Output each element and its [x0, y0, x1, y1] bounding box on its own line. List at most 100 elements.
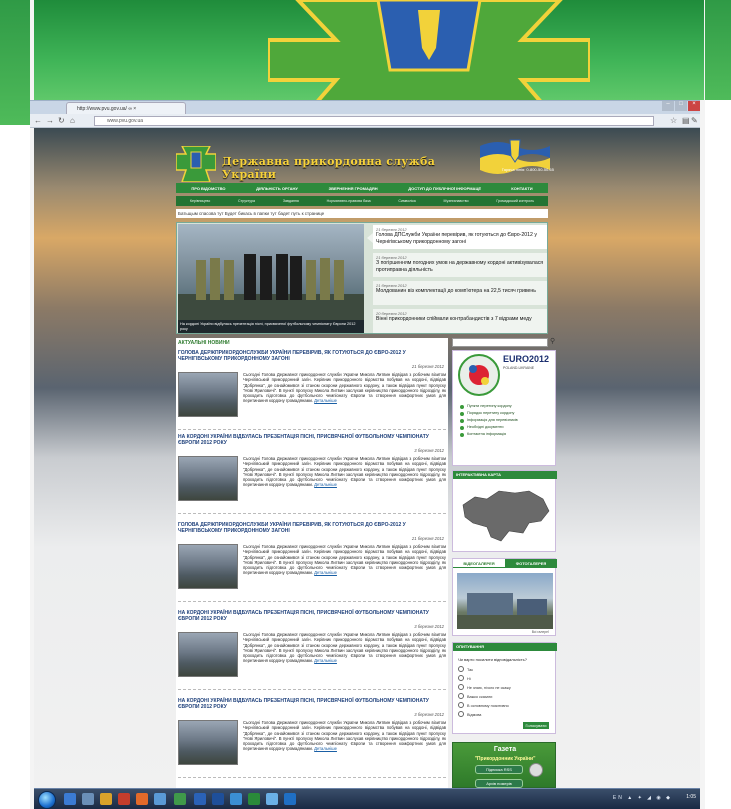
slider-item[interactable]: 21 березня 2012 Голова ДПСлужби України …: [367, 225, 547, 249]
menu-item-contacts[interactable]: КОНТАКТИ: [511, 186, 532, 191]
main-menu: ПРО ВІДОМСТВО ДІЯЛЬНІСТЬ ОРГАНУ ЗВЕРНЕНН…: [176, 183, 548, 193]
submenu-item[interactable]: Завдання: [283, 199, 299, 203]
euro-link[interactable]: Контактна інформація: [459, 431, 553, 438]
poll-option-radio[interactable]: Не знаю, нічого не скажу: [458, 684, 511, 690]
tab-video-gallery[interactable]: ВІДЕОГАЛЕРЕЯ: [453, 559, 505, 568]
hotline-text: Гаряча лінія: 0-800-50-50-65: [501, 167, 554, 172]
news-item: Голова Держприкордонслужби України перев…: [178, 522, 446, 602]
submenu-item[interactable]: Громадський контроль: [496, 199, 534, 203]
vote-button[interactable]: Голосувати: [523, 722, 549, 729]
news-thumbnail[interactable]: [178, 632, 238, 677]
news-date: 3 березня 2012: [414, 712, 444, 717]
news-thumbnail[interactable]: [178, 544, 238, 589]
news-date: 21 березня 2012: [411, 364, 444, 369]
home-icon[interactable]: ⌂: [70, 116, 75, 125]
submenu-item[interactable]: Музеєзнавство: [444, 199, 469, 203]
euro2012-logo-icon[interactable]: [457, 353, 501, 397]
menu-item-appeals[interactable]: ЗВЕРНЕННЯ ГРОМАДЯН: [329, 186, 378, 191]
gallery-block: ВІДЕОГАЛЕРЕЯ ФОТОГАЛЕРЕЯ Всі галереї: [452, 558, 557, 636]
news-body: Сьогодні Голова Державної прикордонної с…: [243, 372, 446, 404]
submenu-item[interactable]: Нормативно-правова база: [327, 199, 371, 203]
ukraine-map[interactable]: [457, 483, 553, 549]
euro-link[interactable]: Інформація для перевізників: [459, 417, 553, 424]
poll-option-radio[interactable]: Важко сказати: [458, 693, 492, 699]
slider-item-title: Вінні прикордонники спіймали контрабанди…: [376, 316, 532, 322]
taskbar-app-icon[interactable]: [266, 793, 278, 805]
read-more-link[interactable]: Детальніше: [314, 658, 337, 663]
maximize-icon[interactable]: □: [675, 101, 687, 111]
slider-item[interactable]: 21 березня 2012 З погіршенням погодних у…: [373, 253, 547, 277]
search-icon[interactable]: ⚲: [550, 338, 558, 347]
menu-item-public-info[interactable]: ДОСТУП ДО ПУБЛІЧНОЇ ІНФОРМАЦІЇ: [408, 186, 480, 191]
euro-link[interactable]: Необхідні документи: [459, 424, 553, 431]
slider-caption: На кордоні України відбулась презентація…: [178, 320, 364, 333]
close-icon[interactable]: ×: [688, 101, 700, 111]
screenshot: http://www.pvu.gov.ua/ ∞ × – □ × ← → ↻ ⌂…: [0, 0, 731, 809]
submenu-item[interactable]: Символіка: [398, 199, 415, 203]
slider-item-title: Молдованин віз комплектації до комп'ютер…: [376, 288, 537, 294]
back-icon[interactable]: ←: [34, 116, 42, 125]
wrench-icon[interactable]: ✎: [691, 116, 698, 125]
submenu-item[interactable]: Керівництво: [190, 199, 210, 203]
taskbar-app-icon[interactable]: [230, 793, 242, 805]
news-title[interactable]: На кордоні України відбулась презентація…: [178, 698, 446, 710]
poll-option-radio[interactable]: Ні: [458, 675, 471, 681]
extensions-icon[interactable]: ▤: [682, 116, 690, 125]
gallery-caption[interactable]: Всі галереї: [532, 630, 549, 634]
archive-button[interactable]: Архів номерів: [475, 779, 523, 788]
news-title[interactable]: Голова Держприкордонслужби України перев…: [178, 350, 446, 362]
menu-item-activity[interactable]: ДІЯЛЬНІСТЬ ОРГАНУ: [256, 186, 298, 191]
poll-option-radio[interactable]: Так: [458, 666, 473, 672]
reload-icon[interactable]: ↻: [58, 116, 65, 125]
news-thumbnail[interactable]: [178, 456, 238, 501]
slider-item[interactable]: 21 березня 2012 Молдованин віз комплекта…: [373, 281, 547, 305]
start-button-icon[interactable]: [38, 791, 56, 809]
rss-subscribe-button[interactable]: Підписка RSS: [475, 765, 523, 774]
taskbar-app-icon[interactable]: [194, 793, 206, 805]
news-date: 3 березня 2012: [414, 448, 444, 453]
euro-link[interactable]: Пункти перетину кордону: [459, 403, 553, 410]
forward-icon[interactable]: →: [46, 116, 54, 125]
browser-tab[interactable]: http://www.pvu.gov.ua/ ∞ ×: [66, 102, 186, 114]
poll-option-radio[interactable]: Відмова: [458, 711, 481, 717]
gallery-preview[interactable]: [457, 573, 553, 629]
chrome-taskbar-icon[interactable]: [174, 793, 186, 805]
slider-item[interactable]: 20 березня 2012 Вінні прикордонники спій…: [373, 309, 547, 333]
system-tray[interactable]: EN ▲ ✦ ◢ ◉ ◆: [613, 795, 672, 801]
site-title[interactable]: Державна прикордонна служба України: [222, 155, 462, 181]
tab-photo-gallery[interactable]: ФОТОГАЛЕРЕЯ: [505, 559, 557, 568]
slider-photo[interactable]: На кордоні України відбулась презентація…: [178, 224, 364, 333]
taskbar-app-icon[interactable]: [248, 793, 260, 805]
submenu-item[interactable]: Структура: [238, 199, 255, 203]
taskbar-app-icon[interactable]: [284, 793, 296, 805]
taskbar-app-icon[interactable]: [82, 793, 94, 805]
read-more-link[interactable]: Детальніше: [314, 482, 337, 487]
newspaper-name[interactable]: "Прикордонник України": [453, 756, 557, 762]
taskbar-app-icon[interactable]: [118, 793, 130, 805]
taskbar-app-icon[interactable]: [136, 793, 148, 805]
news-title[interactable]: Голова Держприкордонслужби України перев…: [178, 522, 446, 534]
address-bar[interactable]: www.pvu.gov.ua: [94, 116, 654, 126]
menu-item-about[interactable]: ПРО ВІДОМСТВО: [191, 186, 225, 191]
site-logo-emblem[interactable]: [176, 146, 216, 182]
taskbar-app-icon[interactable]: [100, 793, 112, 805]
search-input[interactable]: [452, 338, 548, 347]
minimize-icon[interactable]: –: [662, 101, 674, 111]
news-title[interactable]: На кордоні України відбулась презентація…: [178, 434, 446, 446]
explorer-icon[interactable]: [64, 793, 76, 805]
poll-option-radio[interactable]: В основному позитивно: [458, 702, 509, 708]
news-title[interactable]: На кордоні України відбулась презентація…: [178, 610, 446, 622]
taskbar-app-icon[interactable]: [154, 793, 166, 805]
news-thumbnail[interactable]: [178, 372, 238, 417]
news-thumbnail[interactable]: [178, 720, 238, 765]
bookmark-star-icon[interactable]: ☆: [670, 116, 677, 125]
taskbar-app-icon[interactable]: [212, 793, 224, 805]
rss-icon[interactable]: [529, 763, 543, 777]
euro2012-logo[interactable]: EURO2012 POLAND-UKRAINE: [503, 355, 553, 385]
read-more-link[interactable]: Детальніше: [314, 398, 337, 403]
breadcrumb: Батьщым cпасова тут Будет бикась в папки…: [176, 209, 548, 218]
read-more-link[interactable]: Детальніше: [314, 570, 337, 575]
read-more-link[interactable]: Детальніше: [314, 746, 337, 751]
taskbar-clock[interactable]: 1:05: [686, 794, 696, 800]
euro-link[interactable]: Порядок перетину кордону: [459, 410, 553, 417]
